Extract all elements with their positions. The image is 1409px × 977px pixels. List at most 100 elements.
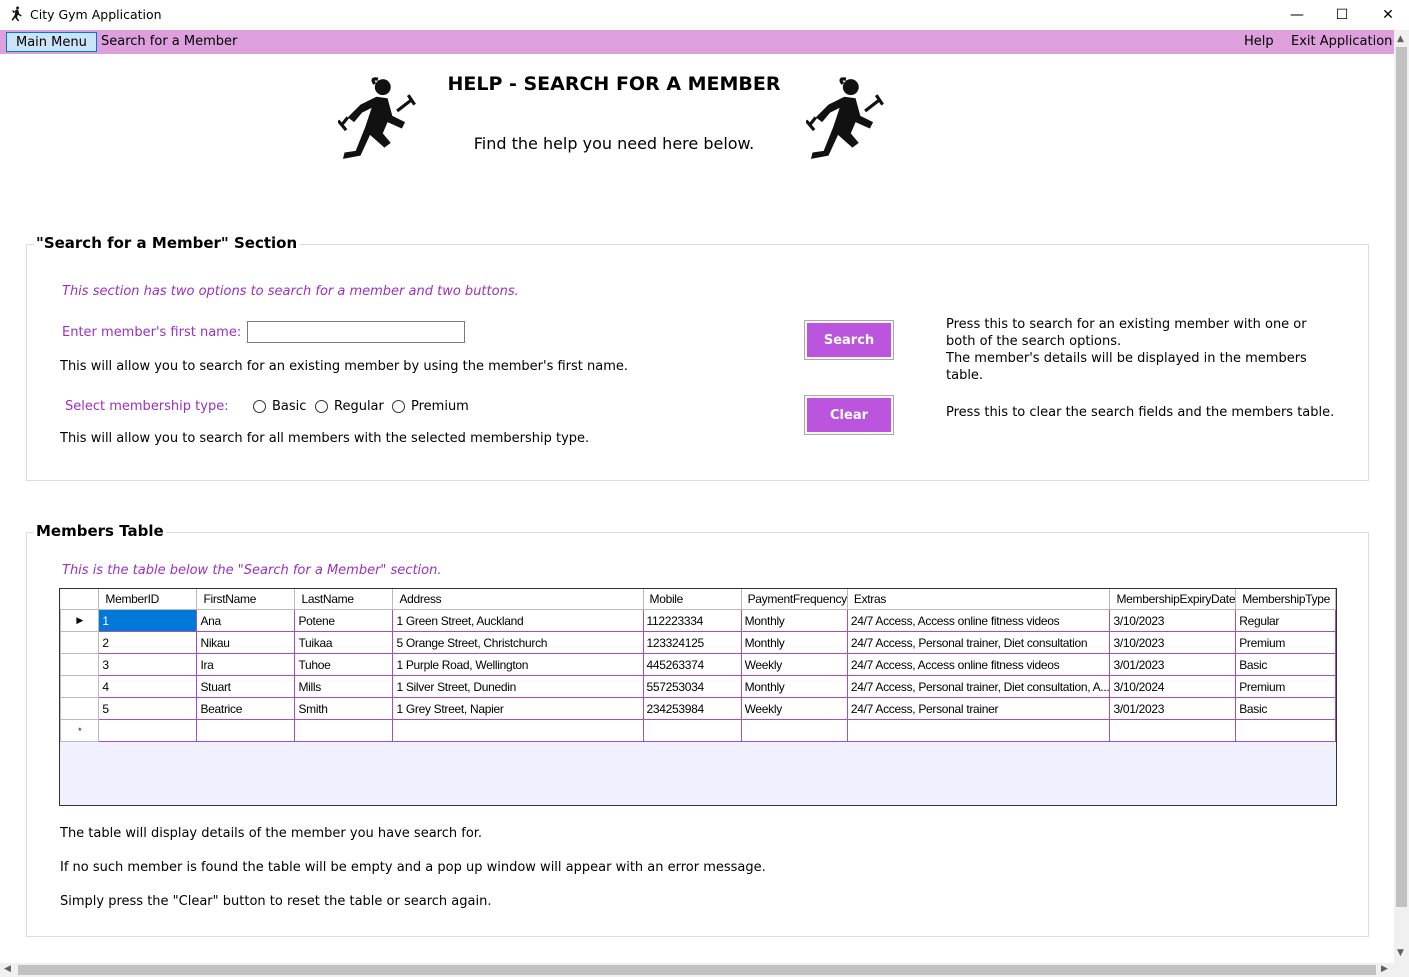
radio-basic[interactable]: Basic — [253, 399, 306, 414]
row-header[interactable] — [60, 675, 100, 698]
table-cell[interactable]: 445263374 — [642, 653, 742, 676]
table-cell[interactable] — [1109, 719, 1237, 742]
table-cell[interactable] — [740, 719, 848, 742]
table-cell[interactable]: 1 Silver Street, Dunedin — [392, 675, 644, 698]
table-cell[interactable]: 1 Grey Street, Napier — [392, 697, 644, 720]
column-header[interactable]: FirstName — [196, 589, 296, 610]
table-cell[interactable]: Premium — [1235, 675, 1336, 698]
table-cell[interactable]: 3/10/2023 — [1109, 609, 1237, 632]
table-cell[interactable]: 24/7 Access, Access online fitness video… — [846, 653, 1111, 676]
column-header[interactable]: Address — [392, 589, 644, 610]
table-cell[interactable]: Basic — [1235, 653, 1336, 676]
table-cell[interactable]: Mills — [294, 675, 394, 698]
table-cell[interactable]: 123324125 — [642, 631, 742, 654]
column-header[interactable]: Extras — [846, 589, 1111, 610]
table-cell[interactable]: Ira — [196, 653, 296, 676]
menu-search-member[interactable]: Search for a Member — [92, 32, 246, 52]
table-cell[interactable]: Nikau — [196, 631, 296, 654]
scroll-left-icon[interactable]: ◀ — [4, 964, 11, 974]
table-cell[interactable] — [1235, 719, 1336, 742]
table-cell[interactable]: 24/7 Access, Access online fitness video… — [846, 609, 1111, 632]
maximize-button[interactable]: ☐ — [1319, 0, 1365, 30]
table-cell[interactable]: Monthly — [740, 631, 848, 654]
table-cell[interactable]: 557253034 — [642, 675, 742, 698]
table-cell[interactable]: Monthly — [740, 675, 848, 698]
table-cell[interactable]: 112223334 — [642, 609, 742, 632]
vertical-scroll-thumb[interactable] — [1396, 47, 1407, 907]
table-cell[interactable]: 3/10/2024 — [1109, 675, 1237, 698]
table-cell[interactable]: Tuhoe — [294, 653, 394, 676]
table-row[interactable]: 2 Nikau Tuikaa 5 Orange Street, Christch… — [60, 631, 1336, 654]
scroll-right-icon[interactable]: ▶ — [1381, 964, 1388, 974]
row-header[interactable] — [60, 631, 100, 654]
column-header[interactable]: MembershipExpiryDate — [1109, 589, 1237, 610]
table-cell[interactable]: 3/10/2023 — [1109, 631, 1237, 654]
table-cell[interactable]: 24/7 Access, Personal trainer, Diet cons… — [846, 631, 1111, 654]
search-button-label[interactable]: Search — [807, 323, 891, 357]
table-row[interactable]: ▶ 1 Ana Potene 1 Green Street, Auckland … — [60, 609, 1336, 632]
radio-circle[interactable] — [253, 400, 266, 413]
table-new-row[interactable]: * — [60, 719, 1336, 742]
table-cell[interactable]: 1 Green Street, Auckland — [392, 609, 644, 632]
close-button[interactable]: ✕ — [1365, 0, 1409, 30]
column-header[interactable]: LastName — [294, 589, 394, 610]
table-cell[interactable]: Premium — [1235, 631, 1336, 654]
table-cell[interactable]: Basic — [1235, 697, 1336, 720]
horizontal-scroll-thumb[interactable] — [18, 965, 1376, 975]
table-cell[interactable]: Beatrice — [196, 697, 296, 720]
row-header[interactable] — [60, 697, 100, 720]
menu-main-menu[interactable]: Main Menu — [6, 32, 97, 52]
firstname-input[interactable] — [247, 321, 465, 343]
table-cell[interactable]: Ana — [196, 609, 296, 632]
table-cell[interactable]: 3/01/2023 — [1109, 653, 1237, 676]
table-cell[interactable]: 3/01/2023 — [1109, 697, 1237, 720]
column-header[interactable]: MembershipType — [1235, 589, 1336, 610]
table-cell[interactable]: Weekly — [740, 653, 848, 676]
table-cell[interactable]: 5 Orange Street, Christchurch — [392, 631, 644, 654]
column-header[interactable]: PaymentFrequency — [740, 589, 848, 610]
menu-help[interactable]: Help — [1235, 32, 1283, 52]
table-cell[interactable]: Potene — [294, 609, 394, 632]
column-header[interactable]: Mobile — [642, 589, 742, 610]
scroll-up-icon[interactable]: ▲ — [1397, 34, 1404, 44]
minimize-button[interactable]: — — [1274, 0, 1320, 30]
menu-exit-application[interactable]: Exit Application — [1282, 32, 1401, 52]
table-cell[interactable] — [98, 719, 198, 742]
radio-circle[interactable] — [315, 400, 328, 413]
table-cell[interactable]: 234253984 — [642, 697, 742, 720]
table-cell[interactable]: Monthly — [740, 609, 848, 632]
members-table[interactable]: MemberID FirstName LastName Address Mobi… — [59, 588, 1337, 806]
table-row[interactable]: 4 Stuart Mills 1 Silver Street, Dunedin … — [60, 675, 1336, 698]
table-cell[interactable]: Regular — [1235, 609, 1336, 632]
table-cell[interactable]: Smith — [294, 697, 394, 720]
table-cell[interactable] — [294, 719, 394, 742]
table-cell[interactable]: 5 — [98, 697, 198, 720]
table-cell[interactable]: Weekly — [740, 697, 848, 720]
table-cell[interactable]: 1 — [98, 609, 198, 632]
row-header[interactable]: * — [60, 719, 100, 742]
table-cell[interactable] — [392, 719, 644, 742]
table-cell[interactable] — [196, 719, 296, 742]
table-cell[interactable]: 3 — [98, 653, 198, 676]
row-header[interactable] — [60, 653, 100, 676]
radio-regular[interactable]: Regular — [315, 399, 384, 414]
table-row[interactable]: 3 Ira Tuhoe 1 Purple Road, Wellington 44… — [60, 653, 1336, 676]
table-cell[interactable]: 24/7 Access, Personal trainer — [846, 697, 1111, 720]
clear-button-label[interactable]: Clear — [807, 398, 891, 432]
table-cell[interactable]: 4 — [98, 675, 198, 698]
table-cell[interactable]: Stuart — [196, 675, 296, 698]
table-cell[interactable]: 1 Purple Road, Wellington — [392, 653, 644, 676]
table-cell[interactable] — [846, 719, 1111, 742]
radio-circle[interactable] — [392, 400, 405, 413]
search-button[interactable]: Search — [804, 320, 894, 360]
radio-premium[interactable]: Premium — [392, 399, 469, 414]
table-cell[interactable]: Tuikaa — [294, 631, 394, 654]
scroll-down-icon[interactable]: ▼ — [1397, 948, 1404, 958]
table-cell[interactable]: 24/7 Access, Personal trainer, Diet cons… — [846, 675, 1111, 698]
table-cell[interactable] — [642, 719, 742, 742]
row-header[interactable]: ▶ — [60, 609, 100, 632]
table-cell[interactable]: 2 — [98, 631, 198, 654]
clear-button[interactable]: Clear — [804, 395, 894, 435]
table-row[interactable]: 5 Beatrice Smith 1 Grey Street, Napier 2… — [60, 697, 1336, 720]
column-header[interactable]: MemberID — [98, 589, 198, 610]
